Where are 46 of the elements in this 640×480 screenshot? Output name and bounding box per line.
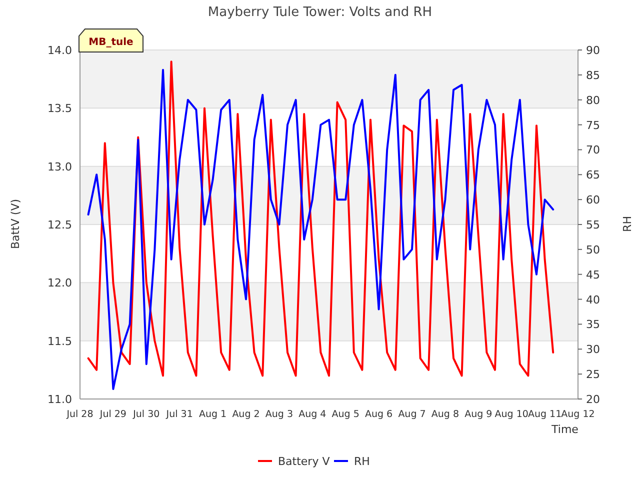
tick-label: Aug 12 — [561, 409, 595, 420]
tick-label: Aug 9 — [464, 409, 492, 420]
tag-label-background — [78, 28, 144, 52]
axis-label: Time — [552, 423, 578, 436]
legend-label: RH — [354, 455, 370, 468]
tick-label: 11.5 — [48, 334, 72, 348]
tick-label: 20 — [586, 393, 600, 406]
tick-label: Jul 30 — [133, 409, 160, 420]
legend-label: Battery V — [278, 455, 330, 468]
tick-label: 70 — [586, 144, 600, 157]
tick-label: 12.0 — [48, 276, 72, 290]
tick-label: 85 — [586, 68, 600, 82]
tick-label: 25 — [586, 368, 600, 382]
tick-label: 40 — [586, 293, 600, 306]
tick-label: Jul 28 — [66, 409, 94, 420]
tick-label: 80 — [586, 94, 600, 107]
tick-label: Aug 2 — [232, 409, 260, 420]
axis-label: RH — [621, 216, 634, 232]
tick-label: 50 — [586, 243, 600, 256]
tick-label: 13.5 — [48, 102, 72, 116]
tick-label: Jul 29 — [100, 409, 126, 420]
tick-label: Jul 31 — [166, 409, 193, 420]
tick-label: Aug 4 — [298, 409, 326, 420]
chart-title: Mayberry Tule Tower: Volts and RH — [208, 5, 432, 20]
tick-label: Aug 5 — [332, 409, 360, 420]
tick-label: 30 — [586, 343, 600, 356]
tick-label: 65 — [586, 168, 600, 182]
tick-label: 60 — [586, 194, 600, 207]
tag-label: MB_tule — [88, 37, 134, 48]
tick-label: Aug 7 — [398, 409, 426, 420]
tick-label: 13.0 — [48, 160, 72, 174]
tick-label: Aug 6 — [364, 409, 393, 420]
tick-label: 55 — [586, 218, 600, 232]
tick-label: Aug 1 — [199, 409, 227, 420]
tick-label: Aug 11 — [528, 409, 562, 420]
tick-label: 11.0 — [48, 393, 72, 406]
tick-label: 12.5 — [48, 218, 72, 232]
tick-label: 90 — [586, 44, 600, 57]
axis-label: BattV (V) — [9, 198, 22, 250]
tick-label: Aug 8 — [431, 409, 460, 420]
tick-label: 14.0 — [48, 44, 72, 57]
tick-label: Aug 3 — [265, 409, 294, 420]
tick-label: 75 — [586, 118, 600, 132]
tick-label: Aug 10 — [494, 409, 528, 420]
tick-label: 35 — [586, 318, 600, 332]
tick-label: 45 — [586, 268, 600, 282]
